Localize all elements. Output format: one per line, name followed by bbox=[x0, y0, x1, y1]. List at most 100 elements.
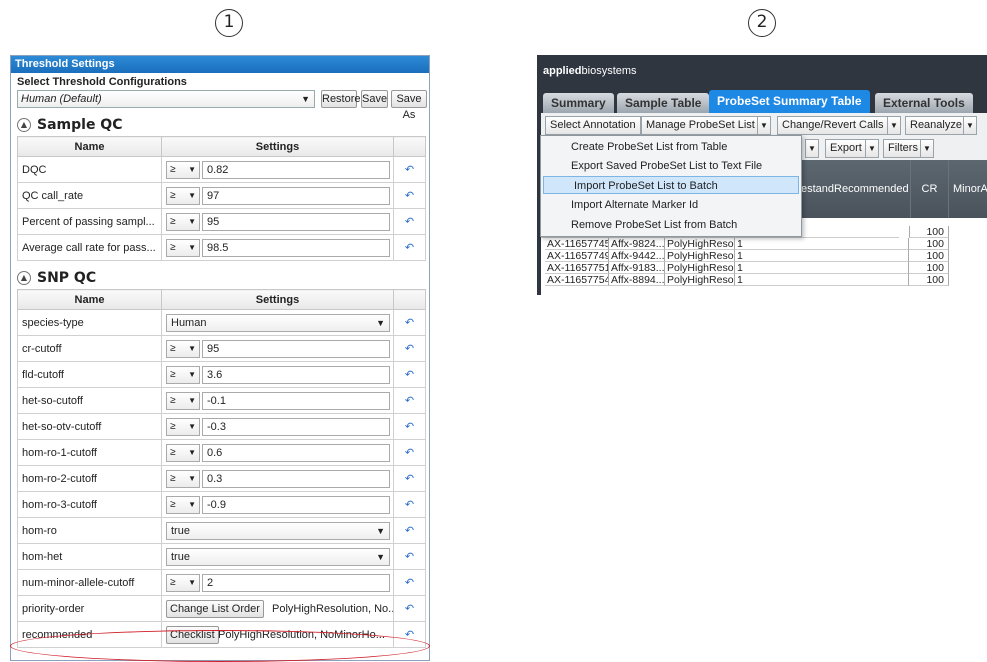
undo-icon[interactable]: ↶ bbox=[393, 156, 426, 183]
value-input[interactable]: 2 bbox=[202, 574, 390, 592]
operator-dropdown[interactable]: ≥ ▼ bbox=[166, 161, 200, 179]
chevron-down-icon[interactable]: ▼ bbox=[757, 116, 771, 135]
tab-probeset-summary-table[interactable]: ProbeSet Summary Table bbox=[709, 90, 870, 113]
tab-external-tools[interactable]: External Tools bbox=[875, 93, 973, 113]
hom-het-dropdown[interactable]: true ▼ bbox=[166, 548, 390, 566]
row-name: hom-ro-2-cutoff bbox=[17, 465, 162, 492]
table-row: priority-order Change List Order PolyHigh… bbox=[17, 595, 426, 622]
change-list-order-button[interactable]: Change List Order bbox=[166, 600, 264, 618]
value-input[interactable]: 97 bbox=[202, 187, 390, 205]
value-input[interactable]: 0.3 bbox=[202, 470, 390, 488]
column-header-minor[interactable]: MinorA bbox=[949, 160, 987, 218]
undo-icon[interactable]: ↶ bbox=[393, 413, 426, 440]
menu-item-remove-list[interactable]: Remove ProbeSet List from Batch bbox=[541, 216, 801, 234]
menu-item-export-list[interactable]: Export Saved ProbeSet List to Text File bbox=[541, 157, 801, 175]
tab-summary[interactable]: Summary bbox=[543, 93, 614, 113]
operator-dropdown[interactable]: ≥ ▼ bbox=[166, 340, 200, 358]
undo-icon[interactable]: ↶ bbox=[393, 387, 426, 414]
undo-icon[interactable]: ↶ bbox=[393, 439, 426, 466]
operator-dropdown[interactable]: ≥ ▼ bbox=[166, 418, 200, 436]
menu-item-import-list[interactable]: Import ProbeSet List to Batch bbox=[543, 176, 799, 194]
undo-icon[interactable]: ↶ bbox=[393, 309, 426, 336]
manage-probeset-list-button[interactable]: Manage ProbeSet List bbox=[641, 116, 760, 135]
undo-icon[interactable]: ↶ bbox=[393, 234, 426, 261]
snp-qc-header[interactable]: ▲ SNP QC bbox=[11, 267, 429, 289]
operator-value: ≥ bbox=[170, 395, 176, 406]
row-settings: ≥ ▼ 0.6 bbox=[161, 439, 394, 466]
table-row[interactable]: AX-11657749 Affx-9442... PolyHighResol..… bbox=[541, 250, 987, 262]
change-revert-calls-button[interactable]: Change/Revert Calls bbox=[777, 116, 889, 135]
hom-ro-dropdown[interactable]: true ▼ bbox=[166, 522, 390, 540]
table-row[interactable]: AX-11657745 Affx-9824... PolyHighResol..… bbox=[541, 238, 987, 250]
chevron-down-icon[interactable]: ▼ bbox=[887, 116, 901, 135]
column-header-bestand[interactable]: estandRecommended bbox=[797, 160, 911, 218]
tab-sample-table[interactable]: Sample Table bbox=[617, 93, 710, 113]
settings-column-header: Settings bbox=[161, 136, 394, 157]
value-input[interactable]: 95 bbox=[202, 213, 390, 231]
selected-value: Human bbox=[171, 317, 207, 329]
row-name: cr-cutoff bbox=[17, 335, 162, 362]
table-header-row: Name Settings bbox=[17, 136, 426, 157]
select-annotation-button[interactable]: Select Annotation bbox=[545, 116, 641, 135]
table-row: Average call rate for pass... ≥ ▼ 98.5 ↶ bbox=[17, 234, 426, 261]
value-input[interactable]: -0.1 bbox=[202, 392, 390, 410]
sample-qc-header[interactable]: ▲ Sample QC bbox=[11, 114, 429, 136]
value-input[interactable]: 95 bbox=[202, 340, 390, 358]
undo-icon[interactable]: ↶ bbox=[393, 517, 426, 544]
table-row: Percent of passing sampl... ≥ ▼ 95 ↶ bbox=[17, 208, 426, 235]
operator-dropdown[interactable]: ≥ ▼ bbox=[166, 366, 200, 384]
operator-dropdown[interactable]: ≥ ▼ bbox=[166, 496, 200, 514]
menu-item-create-list[interactable]: Create ProbeSet List from Table bbox=[541, 138, 801, 156]
config-dropdown[interactable]: Human (Default) ▼ bbox=[17, 90, 315, 108]
value-input[interactable]: 0.6 bbox=[202, 444, 390, 462]
value-input[interactable]: -0.9 bbox=[202, 496, 390, 514]
undo-icon[interactable]: ↶ bbox=[393, 491, 426, 518]
undo-icon[interactable]: ↶ bbox=[393, 182, 426, 209]
operator-dropdown[interactable]: ≥ ▼ bbox=[166, 187, 200, 205]
row-settings: ≥ ▼ 2 bbox=[161, 569, 394, 596]
value-input[interactable]: 98.5 bbox=[202, 239, 390, 257]
operator-dropdown[interactable]: ≥ ▼ bbox=[166, 470, 200, 488]
filters-button[interactable]: Filters bbox=[883, 139, 923, 158]
save-button[interactable]: Save bbox=[361, 90, 388, 108]
operator-value: ≥ bbox=[170, 164, 176, 175]
undo-icon[interactable]: ↶ bbox=[393, 595, 426, 622]
undo-icon[interactable]: ↶ bbox=[393, 465, 426, 492]
value-input[interactable]: 0.82 bbox=[202, 161, 390, 179]
panel-title: Threshold Settings bbox=[11, 56, 429, 73]
cell-probeset-id: AX-11657745 bbox=[545, 238, 609, 250]
undo-icon[interactable]: ↶ bbox=[393, 335, 426, 362]
reanalyze-button[interactable]: Reanalyze bbox=[905, 116, 967, 135]
export-button[interactable]: Export bbox=[825, 139, 867, 158]
species-type-dropdown[interactable]: Human ▼ bbox=[166, 314, 390, 332]
undo-icon[interactable]: ↶ bbox=[393, 361, 426, 388]
chevron-down-icon[interactable]: ▼ bbox=[963, 116, 977, 135]
chevron-down-icon[interactable]: ▼ bbox=[805, 139, 819, 158]
table-row[interactable]: AX-11657754 Affx-8894... PolyHighResol..… bbox=[541, 274, 987, 286]
collapse-icon[interactable]: ▲ bbox=[17, 118, 31, 132]
column-header-cr[interactable]: CR bbox=[911, 160, 949, 218]
operator-dropdown[interactable]: ≥ ▼ bbox=[166, 392, 200, 410]
undo-icon[interactable]: ↶ bbox=[393, 543, 426, 570]
save-as-button[interactable]: Save As bbox=[391, 90, 427, 121]
chevron-down-icon: ▼ bbox=[376, 318, 385, 328]
chevron-down-icon[interactable]: ▼ bbox=[865, 139, 879, 158]
undo-icon[interactable]: ↶ bbox=[393, 621, 426, 648]
recommended-list-text: PolyHighResolution, NoMinorHo... bbox=[218, 629, 385, 641]
collapse-icon[interactable]: ▲ bbox=[17, 271, 31, 285]
table-row: cr-cutoff ≥ ▼ 95 ↶ bbox=[17, 335, 426, 362]
operator-dropdown[interactable]: ≥ ▼ bbox=[166, 239, 200, 257]
value-input[interactable]: -0.3 bbox=[202, 418, 390, 436]
undo-icon[interactable]: ↶ bbox=[393, 208, 426, 235]
value-input[interactable]: 3.6 bbox=[202, 366, 390, 384]
operator-dropdown[interactable]: ≥ ▼ bbox=[166, 444, 200, 462]
checklist-button[interactable]: Checklist bbox=[166, 626, 219, 644]
menu-item-import-alt-marker[interactable]: Import Alternate Marker Id bbox=[541, 196, 801, 214]
operator-dropdown[interactable]: ≥ ▼ bbox=[166, 213, 200, 231]
operator-dropdown[interactable]: ≥ ▼ bbox=[166, 574, 200, 592]
table-row: num-minor-allele-cutoff ≥ ▼ 2 ↶ bbox=[17, 569, 426, 596]
table-row[interactable]: AX-11657751 Affx-9183... PolyHighResol..… bbox=[541, 262, 987, 274]
restore-button[interactable]: Restore bbox=[321, 90, 361, 108]
chevron-down-icon[interactable]: ▼ bbox=[920, 139, 934, 158]
undo-icon[interactable]: ↶ bbox=[393, 569, 426, 596]
